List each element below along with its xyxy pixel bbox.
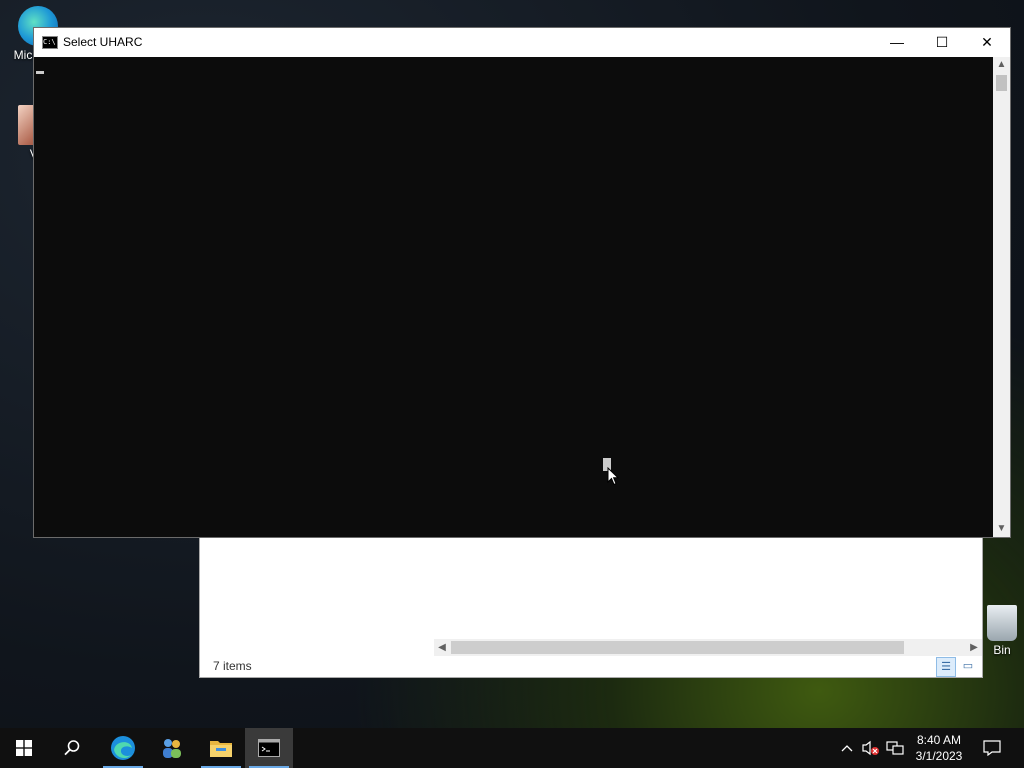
details-view-icon[interactable]: ☰ [936, 657, 956, 677]
volume-muted-icon[interactable] [860, 728, 882, 768]
scroll-left-icon[interactable]: ◀ [434, 639, 450, 656]
action-center-icon[interactable] [978, 728, 1006, 768]
scroll-right-icon[interactable]: ▶ [966, 639, 982, 656]
scrollbar-thumb[interactable] [996, 75, 1007, 91]
window-title: Select UHARC [63, 35, 143, 49]
edge-icon [111, 736, 135, 760]
recycle-bin-icon [987, 605, 1017, 641]
taskbar-edge[interactable] [99, 728, 147, 768]
show-hidden-icons-chevron-icon[interactable] [838, 728, 856, 768]
horizontal-scrollbar[interactable]: ◀ ▶ [434, 639, 982, 656]
clock-date: 3/1/2023 [915, 749, 963, 763]
windows-logo-icon [16, 740, 32, 756]
title-bar[interactable]: C:\ Select UHARC — ☐ ✕ [34, 28, 1010, 57]
console-app-icon: C:\ [42, 36, 58, 49]
clock[interactable]: 8:40 AM 3/1/2023 [906, 728, 972, 768]
start-button[interactable] [0, 728, 48, 768]
search-icon [64, 740, 80, 756]
text-cursor [36, 71, 44, 74]
command-prompt-icon [258, 739, 280, 757]
close-button[interactable]: ✕ [964, 28, 1010, 57]
search-button[interactable] [48, 728, 96, 768]
taskbar-people[interactable] [148, 728, 196, 768]
status-item-count: 7 items [213, 659, 252, 673]
vertical-scrollbar[interactable]: ▲ ▼ [993, 57, 1010, 537]
network-icon[interactable] [884, 728, 906, 768]
scrollbar-thumb[interactable] [451, 641, 904, 654]
file-explorer-window[interactable]: ◀ ▶ 7 items ☰ ▭ [199, 537, 983, 678]
console-output-area[interactable] [34, 57, 993, 537]
large-icons-view-icon[interactable]: ▭ [958, 657, 978, 677]
minimize-button[interactable]: — [874, 28, 920, 57]
taskbar: 8:40 AM 3/1/2023 [0, 728, 1024, 768]
taskbar-command-prompt[interactable] [245, 728, 293, 768]
folder-icon [210, 741, 232, 757]
maximize-button[interactable]: ☐ [919, 28, 965, 57]
clock-time: 8:40 AM [916, 733, 962, 747]
console-window[interactable]: C:\ Select UHARC — ☐ ✕ ▲ ▼ [33, 27, 1011, 538]
scroll-up-icon[interactable]: ▲ [993, 57, 1010, 73]
taskbar-file-explorer[interactable] [197, 728, 245, 768]
people-icon [163, 739, 181, 758]
scroll-down-icon[interactable]: ▼ [993, 521, 1010, 537]
